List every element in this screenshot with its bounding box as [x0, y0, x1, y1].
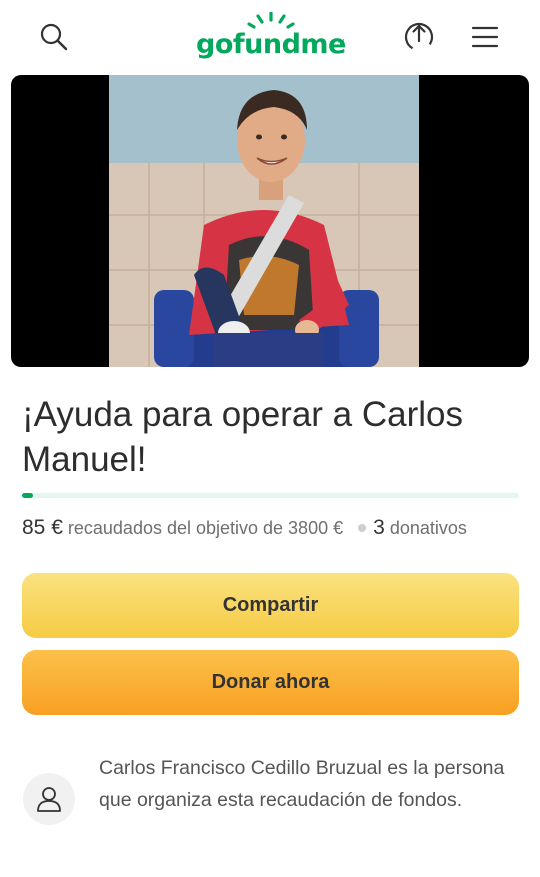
search-button[interactable] — [34, 17, 74, 57]
donations-label: donativos — [389, 518, 467, 538]
organizer-description: Carlos Francisco Cedillo Bruzual es la p… — [99, 757, 505, 811]
logo-wordmark: gofundme — [196, 29, 346, 60]
donations-count: 3 — [373, 516, 385, 539]
progress-bar — [22, 493, 519, 498]
gofundme-logo[interactable]: gofundme TM — [196, 12, 346, 64]
person-icon — [37, 787, 61, 812]
progress-bar-fill — [22, 493, 33, 498]
search-icon — [40, 23, 68, 51]
donate-button[interactable]: Donar ahora — [22, 650, 519, 715]
campaign-title: ¡Ayuda para operar a Carlos Manuel! — [22, 395, 463, 479]
hamburger-menu-icon — [471, 26, 499, 48]
separator-dot — [358, 523, 367, 532]
logo-trademark: TM — [337, 39, 345, 45]
menu-button[interactable] — [465, 17, 505, 57]
amount-raised: 85 € — [22, 516, 63, 539]
goal-text: recaudados del objetivo de 3800 € — [67, 518, 344, 538]
upload-share-icon — [404, 22, 434, 52]
campaign-photo — [109, 75, 419, 367]
fundraising-stats: 85 € recaudados del objetivo de 3800 € 3… — [22, 516, 532, 540]
share-upload-button[interactable] — [399, 17, 439, 57]
campaign-hero-image[interactable] — [11, 75, 529, 367]
top-navigation-bar: gofundme TM — [0, 0, 540, 76]
share-button[interactable]: Compartir — [22, 573, 519, 638]
organizer-avatar — [23, 773, 75, 825]
